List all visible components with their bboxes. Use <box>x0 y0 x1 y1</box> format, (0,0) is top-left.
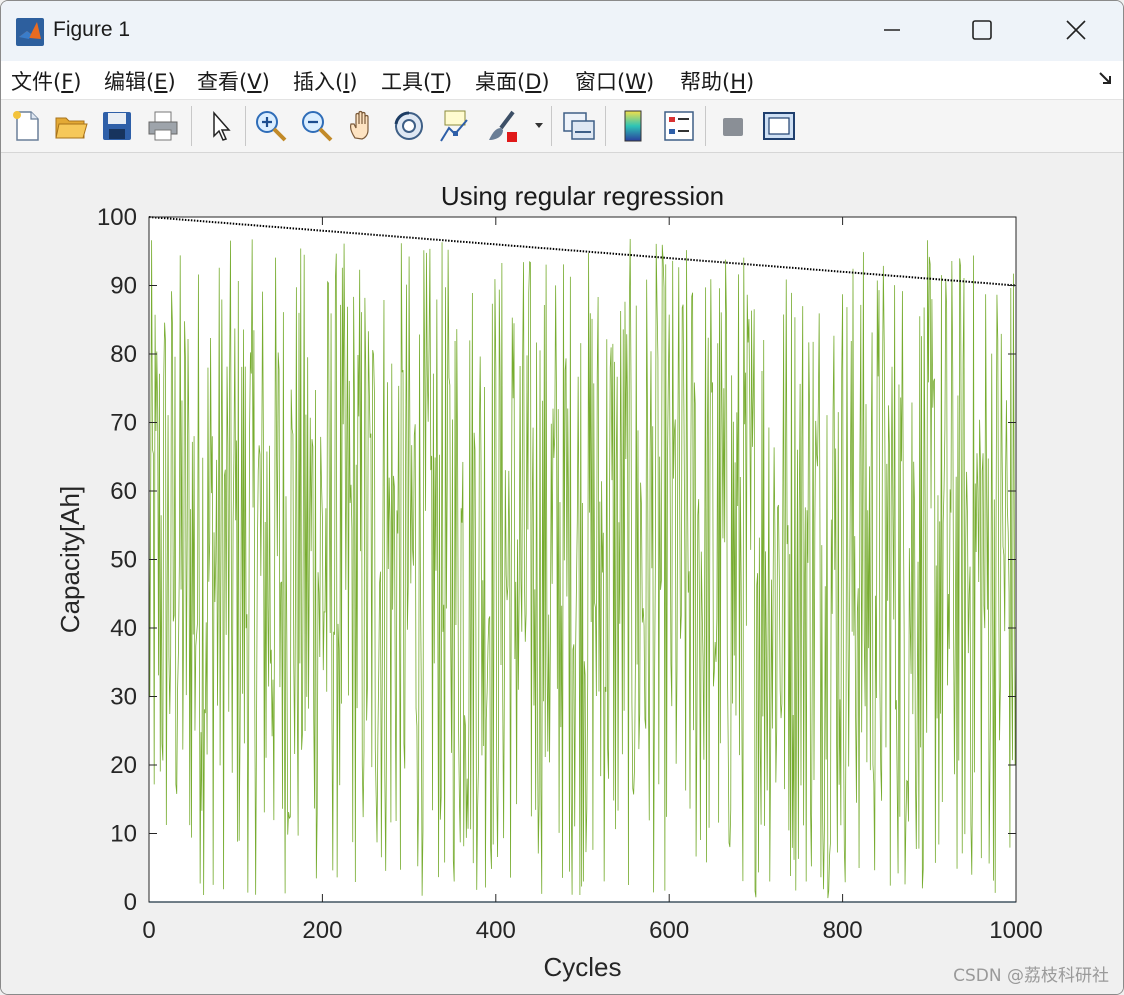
y-tick-label: 40 <box>110 615 137 642</box>
legend-icon[interactable] <box>661 108 697 144</box>
hide-plot-tools-icon[interactable] <box>715 108 751 144</box>
figure-toolbar <box>1 100 1123 153</box>
y-tick-label: 70 <box>110 410 137 437</box>
y-tick-label: 30 <box>110 684 137 711</box>
toolbar-separator <box>551 106 552 146</box>
colorbar-icon[interactable] <box>615 108 651 144</box>
data-cursor-icon[interactable] <box>437 108 473 144</box>
figure-window: Figure 1 文件(F) 编辑(E) 查看(V) 插入(I) 工具(T) 桌… <box>0 0 1124 995</box>
plot-svg[interactable]: 0 200 400 600 800 1000 0 10 20 30 40 50 60 70 80 90 100 U… <box>1 153 1123 994</box>
toolbar-separator <box>605 106 606 146</box>
y-tick-label: 20 <box>110 752 137 779</box>
close-button[interactable] <box>1051 7 1101 53</box>
brush-icon[interactable] <box>485 108 521 144</box>
y-tick-label: 50 <box>110 547 137 574</box>
title-bar[interactable]: Figure 1 <box>1 1 1123 61</box>
menu-edit[interactable]: 编辑(E) <box>104 66 176 96</box>
x-axis-label: Cycles <box>543 952 621 982</box>
matlab-logo-icon <box>16 18 44 46</box>
y-tick-label: 100 <box>97 204 137 231</box>
print-icon[interactable] <box>145 108 181 144</box>
window-title: Figure 1 <box>53 18 131 41</box>
open-file-icon[interactable] <box>53 108 89 144</box>
toolbar-separator <box>191 106 192 146</box>
toolbar-separator <box>245 106 246 146</box>
y-tick-label: 90 <box>110 273 137 300</box>
zoom-in-icon[interactable] <box>253 108 289 144</box>
y-tick-label: 80 <box>110 341 137 368</box>
toolbar-separator <box>705 106 706 146</box>
save-icon[interactable] <box>99 108 135 144</box>
minimize-button[interactable] <box>867 7 917 53</box>
rotate-3d-icon[interactable] <box>391 108 427 144</box>
menu-view[interactable]: 查看(V) <box>197 66 270 96</box>
x-tick-label: 400 <box>476 917 516 944</box>
x-tick-label: 200 <box>302 917 342 944</box>
close-icon <box>1066 20 1086 40</box>
chart-title: Using regular regression <box>441 181 724 211</box>
y-tick-label: 0 <box>124 889 137 916</box>
figure-canvas[interactable]: 0 200 400 600 800 1000 0 10 20 30 40 50 60 70 80 90 100 U… <box>1 153 1123 994</box>
minimize-icon <box>884 29 900 31</box>
x-tick-label: 0 <box>142 917 155 944</box>
x-tick-label: 600 <box>649 917 689 944</box>
pan-hand-icon[interactable] <box>345 108 381 144</box>
menu-help[interactable]: 帮助(H) <box>680 66 754 96</box>
x-tick-label: 1000 <box>989 917 1042 944</box>
menu-file[interactable]: 文件(F) <box>11 66 82 96</box>
maximize-icon <box>972 20 992 40</box>
show-plot-tools-icon[interactable] <box>761 108 797 144</box>
x-tick-label: 800 <box>823 917 863 944</box>
menu-bar: 文件(F) 编辑(E) 查看(V) 插入(I) 工具(T) 桌面(D) 窗口(W… <box>1 61 1123 100</box>
dock-figure-icon[interactable] <box>1097 69 1115 87</box>
new-figure-icon[interactable] <box>9 108 45 144</box>
y-axis-label: Capacity[Ah] <box>55 486 85 633</box>
edit-plot-arrow-icon[interactable] <box>203 108 239 144</box>
menu-desktop[interactable]: 桌面(D) <box>475 66 550 96</box>
menu-tools[interactable]: 工具(T) <box>381 66 452 96</box>
chevron-down-icon[interactable] <box>533 120 545 130</box>
y-tick-label: 10 <box>110 821 137 848</box>
menu-window[interactable]: 窗口(W) <box>575 66 654 96</box>
maximize-button[interactable] <box>957 7 1007 53</box>
y-tick-label: 60 <box>110 478 137 505</box>
zoom-out-icon[interactable] <box>299 108 335 144</box>
link-plot-icon[interactable] <box>561 108 597 144</box>
watermark-text: CSDN @荔枝科研社 <box>953 966 1109 986</box>
menu-insert[interactable]: 插入(I) <box>293 66 358 96</box>
